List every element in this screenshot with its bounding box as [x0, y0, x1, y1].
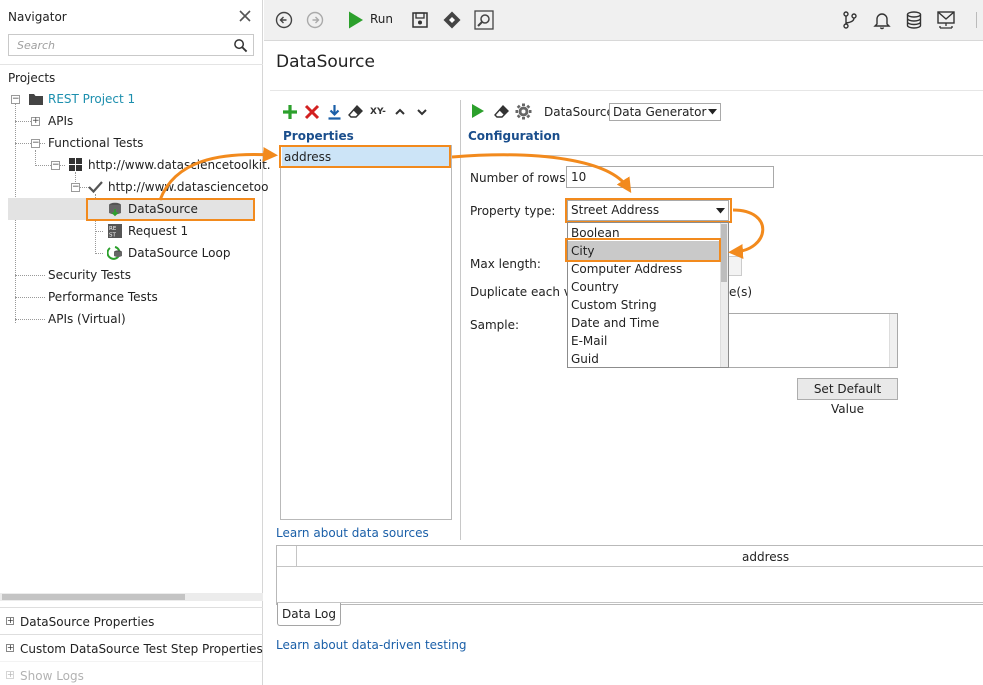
dropdown-option[interactable]: Date and Time	[571, 316, 659, 330]
scrollbar-thumb[interactable]	[2, 594, 185, 600]
panel-label: Custom DataSource Test Step Properties	[20, 642, 263, 656]
set-default-value-button[interactable]: Set Default Value	[797, 378, 898, 416]
bell-icon[interactable]	[872, 10, 892, 30]
forward-icon[interactable]	[305, 10, 325, 30]
run-button[interactable]: Run	[370, 12, 393, 26]
duplicate-label: Duplicate each val	[470, 285, 582, 299]
vertical-scrollbar[interactable]	[889, 314, 897, 367]
collapse-toggle[interactable]: −	[71, 183, 80, 192]
collapse-toggle[interactable]: −	[31, 139, 40, 148]
highlight-box	[565, 238, 721, 262]
panel-custom-properties[interactable]: + Custom DataSource Test Step Properties	[0, 634, 263, 661]
datasource-select[interactable]: Data Generator	[609, 103, 721, 121]
highlight-box	[86, 198, 255, 221]
panel-datasource-properties[interactable]: + DataSource Properties	[0, 607, 263, 634]
panel-show-logs[interactable]: + Show Logs	[0, 661, 263, 685]
sample-label: Sample:	[470, 318, 520, 332]
tree-item-test-suite[interactable]: http://www.datasciencetoolkit.	[88, 158, 271, 172]
checkmark-icon	[88, 181, 103, 194]
play-icon[interactable]	[471, 103, 485, 119]
divider	[277, 602, 983, 603]
run-icon[interactable]	[346, 10, 366, 30]
navigator-panel: Navigator Search Projects − REST Project…	[0, 0, 271, 685]
dropdown-option[interactable]: E-Mail	[571, 334, 607, 348]
xy-icon[interactable]: XY-	[370, 107, 386, 117]
rows-label: Number of rows:	[470, 171, 570, 185]
highlight-box	[565, 198, 732, 223]
column-header-address: address	[742, 550, 790, 564]
learn-data-sources-link[interactable]: Learn about data sources	[276, 526, 429, 540]
configuration-label: Configuration	[468, 129, 561, 143]
panel-label: Show Logs	[20, 669, 84, 683]
expand-icon: +	[6, 616, 14, 625]
sample-textarea[interactable]	[726, 313, 898, 368]
max-length-label: Max length:	[470, 257, 541, 271]
highlight-box	[279, 145, 451, 168]
test-suite-icon	[69, 158, 82, 171]
scrollbar-thumb[interactable]	[721, 224, 727, 282]
delete-icon[interactable]	[304, 104, 320, 120]
arrow-type-to-city	[728, 208, 765, 259]
properties-label: Properties	[283, 129, 354, 143]
folder-icon	[29, 94, 43, 105]
search-endpoint-icon[interactable]	[474, 10, 494, 30]
database-icon[interactable]	[904, 10, 924, 30]
svg-text:RE: RE	[109, 226, 117, 232]
tree-item-datasource-loop[interactable]: DataSource Loop	[128, 246, 230, 260]
back-icon[interactable]	[274, 10, 294, 30]
add-icon[interactable]	[282, 104, 298, 120]
divider	[296, 546, 297, 567]
rest-request-icon: RE ST	[108, 224, 122, 238]
properties-list[interactable]: address	[280, 145, 452, 520]
dropdown-arrow-icon	[708, 109, 717, 115]
eraser-icon[interactable]	[494, 104, 510, 120]
datasource-loop-icon	[107, 246, 122, 260]
dropdown-option[interactable]: Custom String	[571, 298, 657, 312]
divider	[270, 90, 983, 91]
dropdown-option[interactable]: Guid	[571, 352, 599, 366]
tree-item-functional-tests[interactable]: Functional Tests	[48, 136, 143, 150]
divider	[466, 155, 983, 156]
tree-item-apis-virtual[interactable]: APIs (Virtual)	[48, 312, 126, 326]
tree-item-request[interactable]: Request 1	[128, 224, 188, 238]
datasource-select-value: Data Generator	[613, 105, 707, 119]
rows-input[interactable]: 10	[566, 166, 774, 188]
tree-item-security-tests[interactable]: Security Tests	[48, 268, 131, 282]
expand-icon: +	[6, 670, 14, 679]
branch-icon[interactable]	[840, 10, 860, 30]
download-icon[interactable]	[327, 104, 342, 120]
chevron-down-icon[interactable]	[416, 106, 428, 118]
gear-icon[interactable]	[515, 103, 532, 120]
tab-data-log[interactable]: Data Log	[277, 603, 341, 626]
tree-item-test-case[interactable]: http://www.datasciencetoo	[108, 180, 269, 194]
tree-item-performance-tests[interactable]: Performance Tests	[48, 290, 158, 304]
tree-item-apis[interactable]: APIs	[48, 114, 73, 128]
collapse-toggle[interactable]: −	[11, 95, 20, 104]
collapse-toggle[interactable]: −	[51, 161, 60, 170]
table-header: address	[277, 546, 983, 567]
diamond-icon[interactable]	[442, 10, 462, 30]
property-type-label: Property type:	[470, 204, 556, 218]
chevron-up-icon[interactable]	[394, 106, 406, 118]
app-window: Navigator Search Projects − REST Project…	[0, 0, 983, 685]
eraser-icon[interactable]	[348, 104, 364, 120]
datasource-label: DataSource:	[544, 105, 618, 119]
tree-item-rest-project[interactable]: REST Project 1	[48, 92, 135, 106]
mail-network-icon[interactable]	[936, 10, 956, 30]
save-icon[interactable]	[410, 10, 430, 30]
svg-text:ST: ST	[109, 233, 116, 239]
learn-data-driven-testing-link[interactable]: Learn about data-driven testing	[276, 638, 467, 652]
data-log-table: address	[276, 545, 983, 605]
panel-label: DataSource Properties	[20, 615, 155, 629]
project-tree: − REST Project 1 + APIs − Functional Tes…	[0, 0, 271, 590]
page-title: DataSource	[276, 52, 375, 72]
dropdown-option[interactable]: Computer Address	[571, 262, 682, 276]
duplicate-suffix: e(s)	[729, 285, 752, 299]
divider	[976, 12, 977, 28]
dropdown-option[interactable]: Country	[571, 280, 619, 294]
expand-icon: +	[6, 643, 14, 652]
main-toolbar: Run	[264, 0, 983, 41]
divider	[460, 100, 461, 540]
expand-toggle[interactable]: +	[31, 117, 40, 126]
